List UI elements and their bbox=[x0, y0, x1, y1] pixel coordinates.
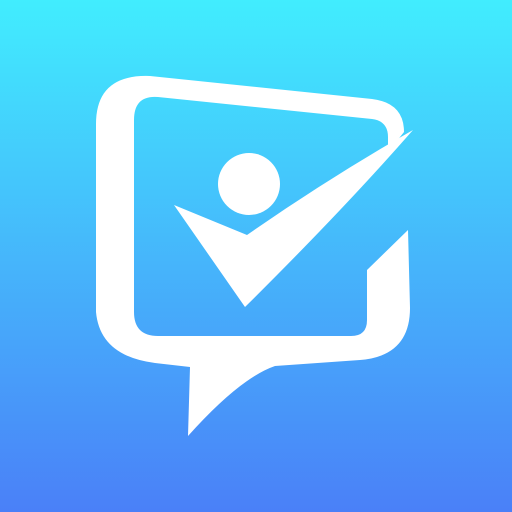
chat-checkmark-person-icon bbox=[0, 0, 512, 512]
app-icon bbox=[0, 0, 512, 512]
person-head-shape bbox=[218, 153, 280, 215]
